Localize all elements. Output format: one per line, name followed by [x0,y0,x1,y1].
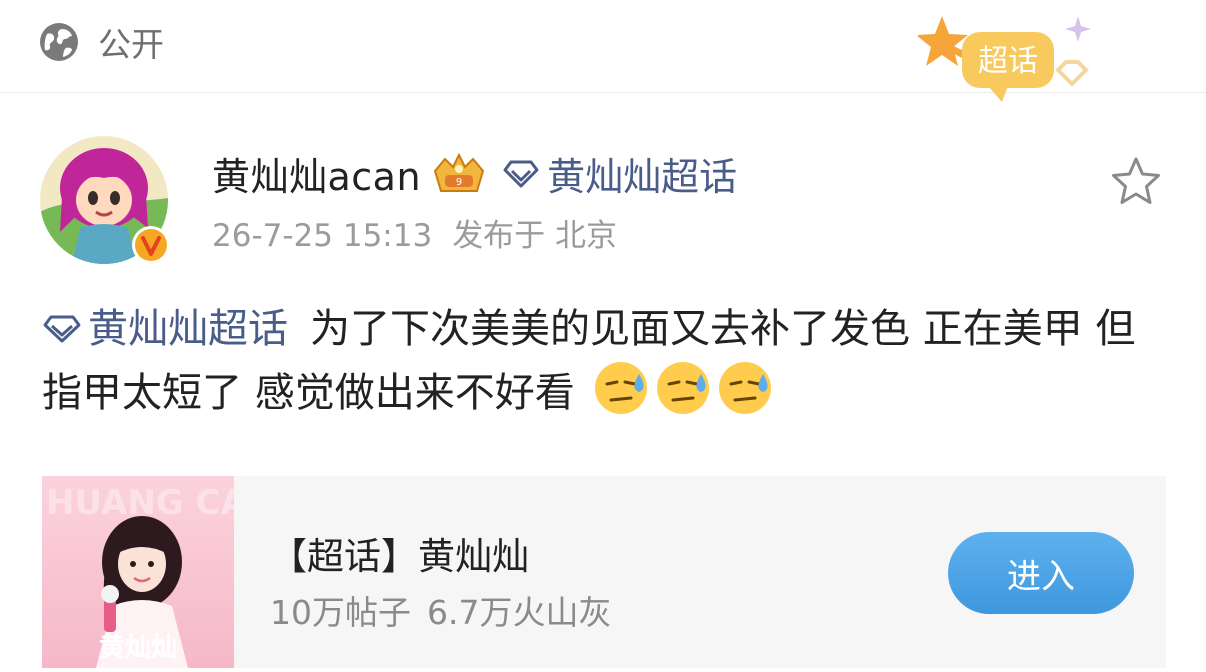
diamond-icon [503,160,539,187]
card-post-count: 10万帖子 [270,593,411,632]
svg-text:9: 9 [456,177,462,188]
post-location: 发布于 北京 [452,218,618,254]
body-topic-link[interactable]: 黄灿灿超话 [42,306,288,352]
post-meta: 26-7-25 15:13 发布于 北京 [212,210,617,255]
super-topic-card[interactable]: HUANG CAN 黄灿灿 【超话】黄灿灿 10万帖子 6.7万火山灰 进入 [42,476,1166,668]
super-topic-badge-icon[interactable]: 超话 [918,14,1108,104]
card-image-caption: 黄灿灿 [99,633,177,663]
visibility-bar: 公开 超话 [0,0,1206,102]
post-timestamp: 26-7-25 15:13 [212,218,433,254]
visibility-label: 公开 [98,25,164,64]
sweat-emoji-icon [657,362,710,414]
visibility-selector[interactable]: 公开 [38,18,164,66]
card-stats: 10万帖子 6.7万火山灰 [270,586,611,634]
star-icon[interactable] [1110,156,1162,206]
crown-icon[interactable]: 9 [431,152,487,195]
topic-link-label: 黄灿灿超话 [547,155,738,199]
avatar[interactable] [40,136,170,266]
card-title: 【超话】黄灿灿 [270,535,529,578]
diamond-icon [43,315,81,343]
username[interactable]: 黄灿灿acan [212,146,421,201]
card-ash-count: 6.7万火山灰 [427,593,612,632]
post-header: 黄灿灿acan 9 黄灿灿超话 26-7-25 15:13 发布于 北京 [40,136,1170,266]
sweat-emoji-icon [719,362,772,414]
topic-link[interactable]: 黄灿灿超话 [503,146,737,201]
super-topic-badge-label: 超话 [978,44,1038,79]
post-body: 黄灿灿超话 为了下次美美的见面又去补了发色 正在美甲 但指甲太短了 感觉做出来不好… [42,298,1172,424]
username-row: 黄灿灿acan 9 黄灿灿超话 [212,146,737,201]
sweat-emoji-icon [595,362,648,414]
card-cover-image: HUANG CAN 黄灿灿 [42,476,234,668]
globe-icon [40,23,78,61]
verified-icon [132,226,170,264]
body-topic-label: 黄灿灿超话 [88,306,288,352]
enter-button[interactable]: 进入 [948,532,1134,614]
